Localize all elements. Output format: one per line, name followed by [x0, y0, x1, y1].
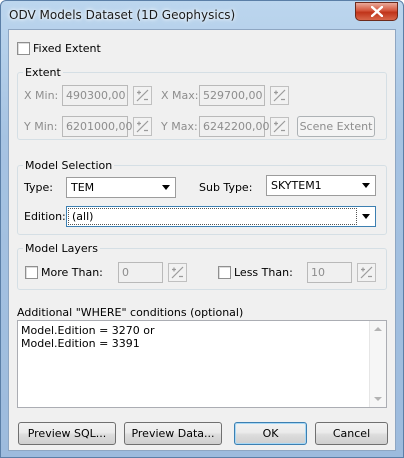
y-min-field[interactable]: 6201000,00	[62, 116, 132, 137]
more-than-label: More Than:	[41, 266, 103, 279]
preview-sql-button[interactable]: Preview SQL...	[18, 422, 116, 445]
calculator-icon	[171, 266, 184, 279]
close-button[interactable]	[355, 2, 398, 21]
x-max-label: X Max:	[161, 89, 199, 102]
ok-button[interactable]: OK	[234, 422, 307, 445]
edition-dropdown-value: (all)	[72, 210, 94, 223]
less-than-field[interactable]: 10	[307, 262, 352, 283]
x-min-label: X Min:	[24, 89, 59, 102]
y-max-calculator-button[interactable]	[270, 117, 289, 136]
y-min-label: Y Min:	[24, 120, 58, 133]
extent-group-title: Extent	[23, 66, 63, 79]
edition-dropdown[interactable]: (all)	[66, 206, 376, 227]
where-conditions-label: Additional "WHERE" conditions (optional)	[17, 306, 244, 319]
cancel-button[interactable]: Cancel	[315, 422, 388, 445]
more-than-field[interactable]: 0	[118, 262, 163, 283]
less-than-label: Less Than:	[234, 266, 293, 279]
type-dropdown-value: TEM	[71, 181, 95, 194]
fixed-extent-label: Fixed Extent	[33, 42, 101, 55]
preview-data-button[interactable]: Preview Data...	[124, 422, 222, 445]
calculator-icon	[273, 120, 286, 133]
subtype-dropdown-value: SKYTEM1	[271, 179, 322, 192]
dialog-client-area: Fixed Extent Extent X Min: 490300,00 X M…	[8, 29, 396, 451]
where-conditions-text: Model.Edition = 3270 or Model.Edition = …	[21, 324, 155, 350]
title-bar[interactable]: ODV Models Dataset (1D Geophysics)	[1, 1, 403, 29]
model-selection-group-title: Model Selection	[23, 159, 115, 172]
more-than-checkbox[interactable]	[25, 266, 38, 279]
calculator-icon	[136, 89, 149, 102]
type-label: Type:	[24, 181, 53, 194]
edition-label: Edition:	[24, 210, 66, 223]
x-max-calculator-button[interactable]	[270, 86, 289, 105]
close-icon	[370, 6, 383, 17]
fixed-extent-checkbox[interactable]	[17, 42, 30, 55]
dialog-window: ODV Models Dataset (1D Geophysics) Fixed…	[0, 0, 404, 458]
chevron-down-icon	[362, 214, 370, 219]
y-max-field[interactable]: 6242200,00	[199, 116, 269, 137]
less-than-calculator-button[interactable]	[357, 263, 376, 282]
window-title: ODV Models Dataset (1D Geophysics)	[9, 8, 236, 22]
subtype-label: Sub Type:	[199, 181, 253, 194]
x-min-field[interactable]: 490300,00	[62, 85, 128, 106]
x-max-field[interactable]: 529700,00	[199, 85, 265, 106]
x-min-calculator-button[interactable]	[133, 86, 152, 105]
subtype-dropdown[interactable]: SKYTEM1	[266, 175, 376, 196]
less-than-checkbox[interactable]	[218, 266, 231, 279]
calculator-icon	[136, 120, 149, 133]
more-than-calculator-button[interactable]	[168, 263, 187, 282]
chevron-down-icon	[362, 183, 370, 188]
where-conditions-textarea[interactable]: Model.Edition = 3270 or Model.Edition = …	[17, 320, 387, 408]
model-layers-group-title: Model Layers	[23, 242, 100, 255]
scene-extent-button[interactable]: Scene Extent	[297, 116, 375, 137]
scroll-up-icon[interactable]	[374, 327, 382, 331]
y-min-calculator-button[interactable]	[133, 117, 152, 136]
chevron-down-icon	[162, 185, 170, 190]
y-max-label: Y Max:	[161, 120, 198, 133]
where-conditions-scrollbar[interactable]	[369, 321, 386, 407]
calculator-icon	[360, 266, 373, 279]
calculator-icon	[273, 89, 286, 102]
type-dropdown[interactable]: TEM	[66, 177, 176, 198]
scroll-down-icon[interactable]	[374, 397, 382, 401]
